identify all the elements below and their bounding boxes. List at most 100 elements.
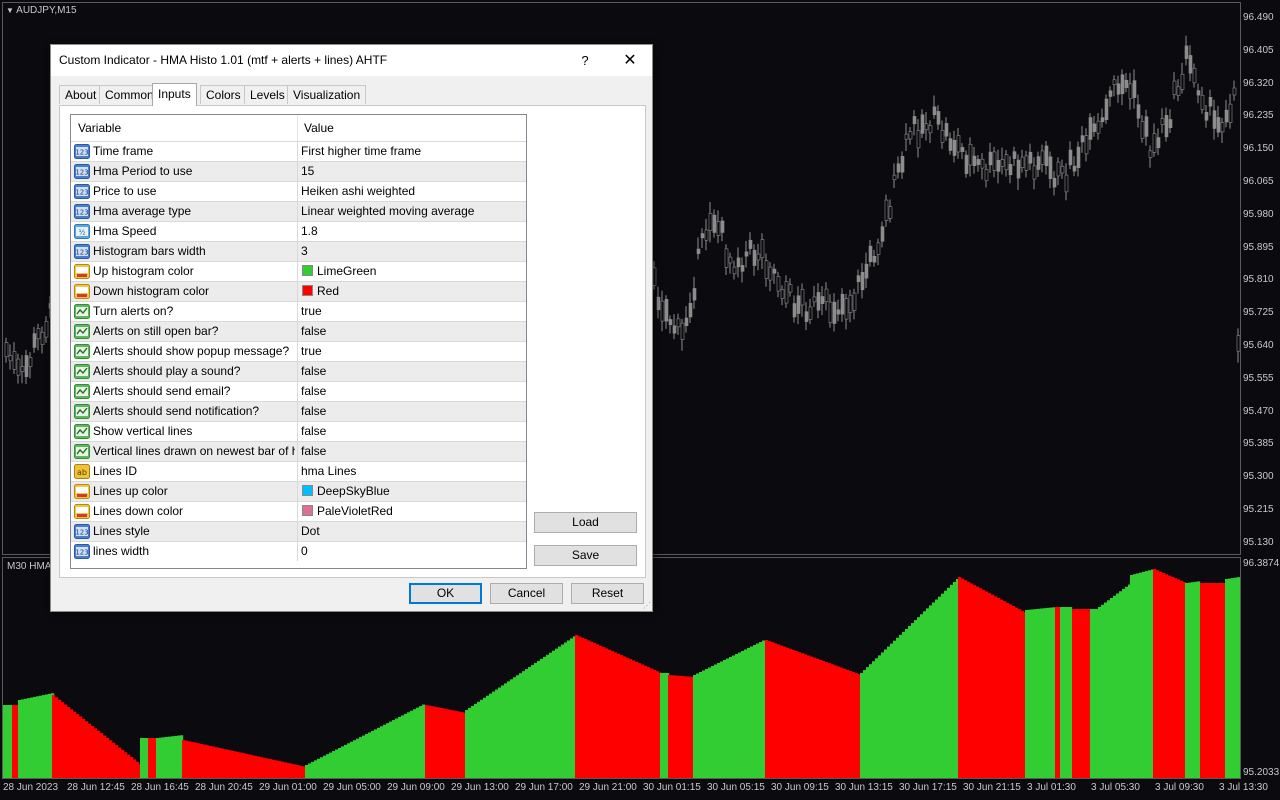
value-cell[interactable]: PaleVioletRed [317, 504, 393, 518]
grid-row[interactable]: Alerts should send email? false [71, 381, 526, 401]
grid-row[interactable]: Vertical lines drawn on newest bar of hi… [71, 441, 526, 461]
value-cell[interactable]: 3 [301, 244, 308, 258]
grid-row[interactable]: Turn alerts on? true [71, 301, 526, 321]
grid-row[interactable]: 123 Hma average type Linear weighted movin… [71, 201, 526, 221]
price-tick-label: 95.130 [1243, 536, 1274, 548]
grid-row[interactable]: 123 Histogram bars width 3 [71, 241, 526, 261]
price-tick-label: 95.470 [1243, 405, 1274, 417]
variable-cell: Lines up color [93, 484, 168, 498]
value-cell[interactable]: true [301, 304, 322, 318]
column-header-value[interactable]: Value [304, 121, 334, 135]
value-cell[interactable]: false [301, 324, 326, 338]
price-tick-label: 95.810 [1243, 274, 1274, 286]
value-cell[interactable]: false [301, 364, 326, 378]
time-tick-label: 28 Jun 12:45 [67, 782, 125, 793]
svg-text:½: ½ [79, 229, 86, 237]
boolean-type-icon [74, 344, 90, 359]
tab-about[interactable]: About [59, 85, 103, 104]
tab-inputs[interactable]: Inputs [152, 83, 197, 106]
value-cell[interactable]: First higher time frame [301, 144, 421, 158]
variable-cell: Alerts should send email? [93, 384, 231, 398]
reset-button[interactable]: Reset [571, 583, 644, 604]
color-type-icon [74, 484, 90, 499]
resize-grip-icon[interactable]: ⋰ [643, 602, 651, 610]
variable-cell: Turn alerts on? [93, 304, 174, 318]
symbol-label: ▼ AUDJPY,M15 [6, 5, 77, 16]
ok-button[interactable]: OK [409, 583, 482, 604]
inputs-grid[interactable]: Variable Value 123 Time frame First higher… [70, 114, 527, 569]
tab-common[interactable]: Common [99, 85, 160, 104]
value-cell[interactable]: Linear weighted moving average [301, 204, 474, 218]
save-button[interactable]: Save [534, 545, 637, 566]
dialog-titlebar[interactable]: Custom Indicator - HMA Histo 1.01 (mtf +… [51, 45, 652, 76]
grid-row[interactable]: Show vertical lines false [71, 421, 526, 441]
price-tick-label: 96.065 [1243, 176, 1274, 187]
value-cell[interactable]: Heiken ashi weighted [301, 184, 415, 198]
dropdown-triangle-icon[interactable]: ▼ [6, 6, 14, 15]
value-cell[interactable]: Red [317, 284, 339, 298]
value-cell[interactable]: false [301, 384, 326, 398]
color-swatch[interactable] [302, 285, 313, 296]
indicator-tick-label: 95.2033 [1243, 767, 1280, 778]
time-tick-label: 30 Jun 05:15 [707, 782, 765, 793]
price-tick-label: 95.895 [1243, 241, 1274, 253]
grid-row[interactable]: 123 Hma Period to use 15 [71, 161, 526, 181]
value-cell[interactable]: 1.8 [301, 224, 318, 238]
color-swatch[interactable] [302, 265, 313, 276]
variable-cell: Down histogram color [93, 284, 210, 298]
value-cell[interactable]: 15 [301, 164, 314, 178]
help-button[interactable]: ? [563, 45, 607, 76]
time-tick-label: 29 Jun 21:00 [579, 782, 637, 793]
custom-indicator-dialog: Custom Indicator - HMA Histo 1.01 (mtf +… [50, 44, 653, 612]
value-cell[interactable]: Dot [301, 524, 320, 538]
value-cell[interactable]: true [301, 344, 322, 358]
integer-type-icon: 123 [74, 144, 90, 159]
grid-row[interactable]: Lines up color DeepSkyBlue [71, 481, 526, 501]
time-tick-label: 29 Jun 05:00 [323, 782, 381, 793]
grid-row[interactable]: Lines down color PaleVioletRed [71, 501, 526, 521]
grid-row[interactable]: Alerts should show popup message? true [71, 341, 526, 361]
value-cell[interactable]: LimeGreen [317, 264, 376, 278]
time-tick-label: 28 Jun 2023 [3, 782, 59, 793]
time-tick-label: 30 Jun 01:15 [643, 782, 701, 793]
tab-visualization[interactable]: Visualization [287, 85, 367, 104]
value-cell[interactable]: 0 [301, 544, 308, 558]
value-cell[interactable]: false [301, 404, 326, 418]
color-type-icon [74, 284, 90, 299]
time-tick-label: 29 Jun 01:00 [259, 782, 317, 793]
value-cell[interactable]: DeepSkyBlue [317, 484, 390, 498]
color-swatch[interactable] [302, 505, 313, 516]
price-tick-label: 96.235 [1243, 110, 1274, 122]
load-button[interactable]: Load [534, 512, 637, 533]
svg-text:123: 123 [75, 529, 88, 537]
variable-cell: Alerts on still open bar? [93, 324, 219, 338]
color-swatch[interactable] [302, 485, 313, 496]
grid-row[interactable]: Down histogram color Red [71, 281, 526, 301]
grid-row[interactable]: Alerts should send notification? false [71, 401, 526, 421]
boolean-type-icon [74, 384, 90, 399]
close-button[interactable]: ✕ [608, 45, 652, 76]
grid-row[interactable]: ½ Hma Speed 1.8 [71, 221, 526, 241]
value-cell[interactable]: false [301, 424, 326, 438]
grid-row[interactable]: ab Lines ID hma Lines [71, 461, 526, 481]
variable-cell: Hma Period to use [93, 164, 193, 178]
tab-colors[interactable]: Colors [200, 85, 247, 104]
tab-levels[interactable]: Levels [244, 85, 291, 104]
integer-type-icon: 123 [74, 204, 90, 219]
grid-row[interactable]: Alerts should play a sound? false [71, 361, 526, 381]
price-tick-label: 95.300 [1243, 471, 1274, 483]
value-cell[interactable]: hma Lines [301, 464, 356, 478]
value-cell[interactable]: false [301, 444, 326, 458]
grid-row[interactable]: Alerts on still open bar? false [71, 321, 526, 341]
grid-row[interactable]: 123 lines width 0 [71, 541, 526, 561]
boolean-type-icon [74, 324, 90, 339]
column-header-variable[interactable]: Variable [78, 121, 121, 135]
integer-type-icon: 123 [74, 164, 90, 179]
price-tick-label: 95.640 [1243, 340, 1274, 351]
time-tick-label: 3 Jul 05:30 [1091, 782, 1140, 793]
grid-row[interactable]: 123 Price to use Heiken ashi weighted [71, 181, 526, 201]
cancel-button[interactable]: Cancel [490, 583, 563, 604]
grid-row[interactable]: Up histogram color LimeGreen [71, 261, 526, 281]
grid-row[interactable]: 123 Lines style Dot [71, 521, 526, 541]
grid-row[interactable]: 123 Time frame First higher time frame [71, 141, 526, 161]
